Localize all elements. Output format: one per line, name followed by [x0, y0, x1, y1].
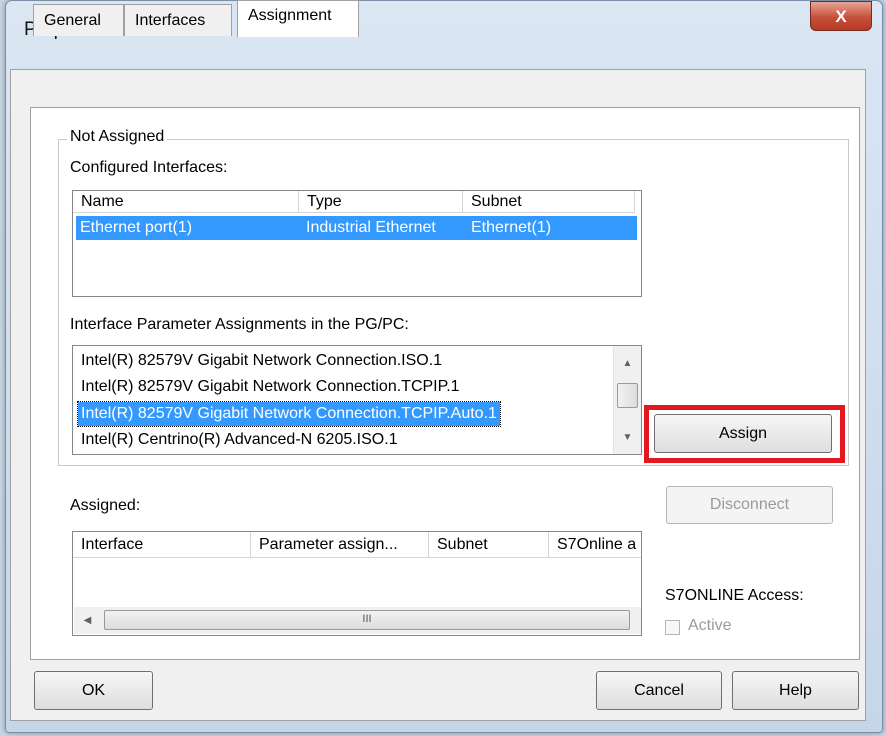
tab-assignment[interactable]: Assignment [237, 0, 359, 37]
configured-interfaces-list[interactable]: Name Type Subnet Ethernet port(1) Indust… [72, 190, 642, 297]
param-item[interactable]: Intel(R) Centrino(R) Advanced-N 6205.ISO… [78, 428, 401, 452]
help-button[interactable]: Help [732, 671, 859, 710]
disconnect-button[interactable]: Disconnect [666, 486, 833, 524]
row-name-cell: Ethernet port(1) [80, 219, 193, 236]
red-highlight-box [644, 405, 845, 463]
param-item[interactable]: Intel(R) 82579V Gigabit Network Connecti… [78, 349, 445, 373]
ok-button[interactable]: OK [34, 671, 153, 710]
row-type-cell: Industrial Ethernet [306, 219, 436, 236]
tab-general-label: General [44, 12, 101, 29]
assigned-label: Assigned: [70, 497, 141, 514]
tab-interfaces-label: Interfaces [135, 12, 206, 29]
cancel-button-label: Cancel [634, 682, 684, 699]
assigned-list-hscrollbar[interactable]: ◀ III ▶ [74, 607, 641, 634]
scroll-down-arrow-icon[interactable]: ▼ [614, 432, 641, 443]
param-list-vscrollbar[interactable]: ▲ ▼ [613, 346, 641, 454]
scroll-up-arrow-icon[interactable]: ▲ [614, 358, 641, 369]
column-parameter-assign[interactable]: Parameter assign... [251, 532, 429, 558]
not-assigned-legend: Not Assigned [67, 128, 168, 146]
assigned-list-header: Interface Parameter assign... Subnet S7O… [73, 532, 641, 558]
param-item[interactable]: Intel(R) 82579V Gigabit Network Connecti… [78, 375, 463, 399]
cancel-button[interactable]: Cancel [596, 671, 722, 710]
column-interface[interactable]: Interface [73, 532, 251, 558]
active-checkbox[interactable] [665, 620, 680, 635]
column-s7online[interactable]: S7Online a [549, 532, 641, 558]
scroll-thumb[interactable] [617, 383, 638, 408]
configured-interfaces-label: Configured Interfaces: [70, 159, 228, 176]
param-item-selected[interactable]: Intel(R) 82579V Gigabit Network Connecti… [77, 401, 501, 427]
s7online-access-label: S7ONLINE Access: [665, 587, 804, 604]
configured-interfaces-header: Name Type Subnet [73, 191, 641, 213]
scroll-left-arrow-icon[interactable]: ◀ [74, 615, 101, 626]
active-checkbox-label: Active [688, 617, 732, 634]
param-assignments-label: Interface Parameter Assignments in the P… [70, 316, 409, 333]
column-name[interactable]: Name [73, 191, 299, 213]
tab-assignment-label: Assignment [248, 7, 332, 24]
column-type[interactable]: Type [299, 191, 463, 213]
param-assignments-list[interactable]: Intel(R) 82579V Gigabit Network Connecti… [72, 345, 642, 455]
row-subnet-cell: Ethernet(1) [471, 219, 552, 236]
close-button[interactable]: X [810, 1, 872, 31]
column-subnet[interactable]: Subnet [463, 191, 635, 213]
ok-button-label: OK [81, 682, 106, 699]
scroll-grip-icon: III [362, 613, 372, 625]
configured-interface-row[interactable]: Ethernet port(1) Industrial Ethernet Eth… [76, 216, 637, 240]
tab-general[interactable]: General [33, 4, 124, 36]
disconnect-button-label: Disconnect [709, 496, 790, 513]
assigned-list[interactable]: Interface Parameter assign... Subnet S7O… [72, 531, 642, 636]
tab-interfaces[interactable]: Interfaces [124, 4, 232, 36]
hscroll-thumb[interactable]: III [104, 610, 630, 630]
help-button-label: Help [779, 682, 812, 699]
close-icon: X [835, 7, 847, 26]
column-subnet[interactable]: Subnet [429, 532, 549, 558]
